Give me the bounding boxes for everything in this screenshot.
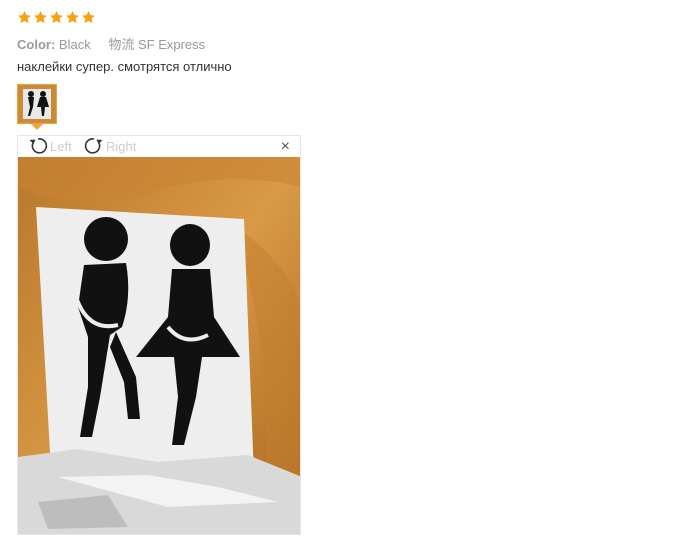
rotate-right-button[interactable]: Right (84, 137, 136, 155)
thumbnail-caret (31, 124, 43, 130)
star-icon (18, 10, 31, 24)
color-label: Color: (17, 37, 56, 52)
close-viewer-button[interactable]: × (281, 138, 290, 156)
review-photo-thumbnail[interactable] (17, 84, 57, 124)
rotate-left-label: Left (50, 138, 72, 154)
shipping-value: SF Express (137, 37, 206, 52)
review-text: наклейки супер. смотрятся отлично (17, 59, 232, 74)
rotate-left-button[interactable]: Left (28, 137, 72, 155)
star-icon (34, 10, 47, 24)
color-value: Black (58, 37, 91, 52)
viewer-toolbar: Left Right × (18, 136, 300, 157)
star-icon (82, 10, 95, 24)
thumbnail-image (18, 85, 56, 123)
shipping-label: 物流 (108, 37, 135, 52)
star-icon (50, 10, 63, 24)
image-viewer: Left Right × (17, 135, 301, 535)
rotate-right-label: Right (106, 138, 137, 154)
review-photo (18, 157, 300, 534)
star-icon (66, 10, 79, 24)
review-meta: Color: Black 物流 SF Express (17, 34, 205, 53)
rotate-right-icon (84, 138, 103, 154)
rotate-left-icon (29, 138, 48, 154)
close-icon: × (280, 138, 290, 155)
star-rating (17, 10, 96, 25)
